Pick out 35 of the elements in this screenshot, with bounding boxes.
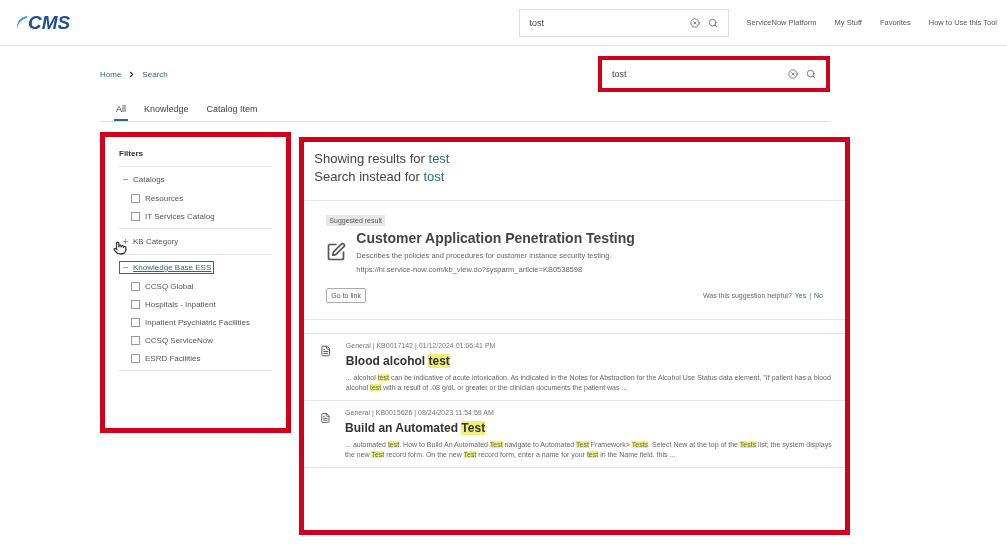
filter-group[interactable]: Catalogs (119, 173, 168, 186)
tab[interactable]: All (114, 100, 128, 121)
breadcrumb-link[interactable]: Search (142, 69, 168, 79)
result-title[interactable]: Build an Automated Test (345, 421, 835, 435)
tab[interactable]: Catalog Item (204, 100, 260, 121)
tab[interactable]: Knowledge (142, 100, 191, 121)
result-title[interactable]: Blood alcohol test (345, 354, 835, 368)
filter-group[interactable]: KB Category (119, 235, 182, 248)
edit-icon (326, 242, 347, 262)
filter-checkbox[interactable]: CCSQ ServiceNow (119, 335, 273, 346)
hand-cursor-icon (113, 241, 127, 255)
cms-logo[interactable]: CMS (14, 11, 71, 34)
filter-checkbox[interactable]: Inpatient Psychiatric Facilities (119, 317, 273, 328)
search-icon[interactable] (806, 69, 816, 79)
filter-checkbox[interactable]: Hospitals - Inpatient (119, 299, 273, 310)
filter-checkbox[interactable]: CCSQ Global (119, 281, 273, 292)
search-field[interactable]: tost (518, 8, 729, 37)
filters-title: Filters (119, 149, 273, 167)
clear-icon[interactable] (689, 17, 700, 28)
breadcrumb-link[interactable]: Home (100, 69, 122, 79)
search-instead-text: Search instead for tost (314, 168, 446, 186)
clear-icon[interactable] (788, 69, 798, 79)
filter-checkbox[interactable]: ESRD Facilities (119, 353, 273, 364)
term-link[interactable]: tost (423, 169, 445, 184)
showing-results-text: Showing results for test (314, 150, 451, 168)
search-icon[interactable] (707, 17, 718, 28)
term-link[interactable]: test (428, 151, 450, 166)
filter-checkbox[interactable]: Resources (119, 193, 273, 204)
result-title[interactable]: Customer Application Penetration Testing (356, 230, 635, 246)
filter-checkbox[interactable]: IT Services Catalog (119, 211, 273, 222)
plus-icon (122, 238, 129, 245)
minus-icon (122, 176, 129, 183)
minus-icon (122, 264, 129, 271)
filter-group[interactable]: Knowledge Base ESS (119, 261, 215, 274)
search-field[interactable]: tost (598, 56, 830, 92)
